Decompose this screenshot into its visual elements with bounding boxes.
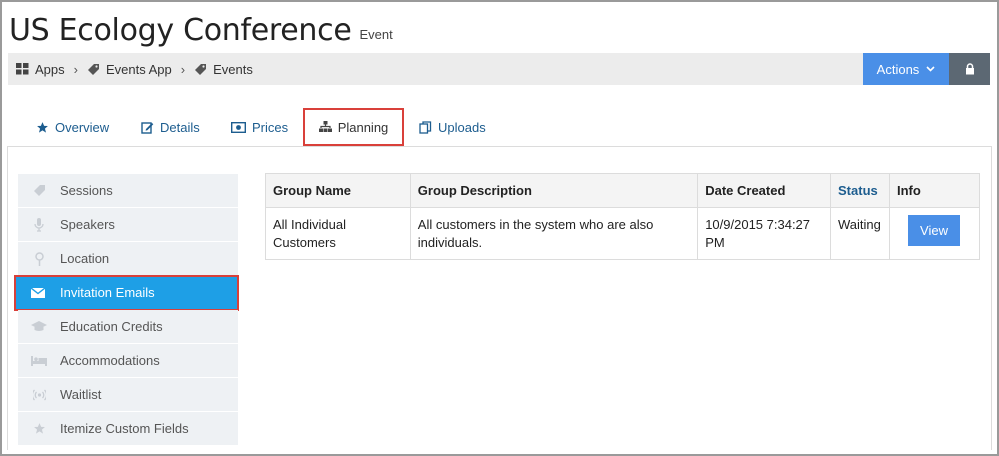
breadcrumb-bar: Apps › Events App › Events: [8, 53, 990, 85]
tag-icon: [18, 184, 60, 197]
groups-table: Group Name Group Description Date Create…: [265, 173, 980, 260]
tab-details[interactable]: Details: [141, 108, 200, 146]
breadcrumb-apps[interactable]: Apps: [16, 62, 65, 77]
page-header: US Ecology Conference Event: [9, 2, 393, 48]
breadcrumb-separator-icon: ›: [180, 61, 186, 77]
sidebar-item-invitation-emails[interactable]: Invitation Emails: [14, 275, 239, 311]
tab-prices[interactable]: Prices: [231, 108, 288, 146]
sidebar-item-sessions[interactable]: Sessions: [18, 174, 238, 208]
column-header-date-created: Date Created: [697, 173, 832, 208]
page-subtitle: Event: [359, 27, 393, 42]
cell-group-name: All Individual Customers: [265, 207, 411, 260]
sidebar-item-location[interactable]: Location: [18, 242, 238, 276]
star-icon: [18, 422, 60, 435]
column-header-group-name: Group Name: [265, 173, 411, 208]
sidebar-item-label: Invitation Emails: [60, 285, 155, 300]
breadcrumb-events[interactable]: Events: [194, 62, 253, 77]
breadcrumb-label: Apps: [35, 61, 65, 77]
tab-label: Uploads: [438, 119, 486, 135]
actions-label: Actions: [876, 61, 920, 77]
breadcrumb: Apps › Events App › Events: [16, 53, 253, 85]
chevron-down-icon: [926, 66, 935, 72]
cell-date-created: 10/9/2015 7:34:27 PM: [697, 207, 832, 260]
breadcrumb-label: Events: [213, 61, 253, 77]
money-icon: [231, 121, 246, 133]
grid-icon: [16, 63, 29, 75]
actions-button[interactable]: Actions: [863, 53, 949, 85]
column-header-info: Info: [889, 173, 980, 208]
signal-icon: [18, 389, 60, 401]
sidebar-item-label: Waitlist: [60, 387, 102, 402]
breadcrumb-separator-icon: ›: [73, 61, 78, 77]
envelope-icon: [15, 287, 60, 298]
cell-group-description: All customers in the system who are also…: [409, 207, 699, 260]
sidebar-item-label: Education Credits: [60, 319, 163, 334]
tab-label: Details: [160, 119, 200, 135]
star-icon: [37, 121, 48, 133]
lock-button[interactable]: [949, 53, 990, 85]
graduation-cap-icon: [18, 321, 60, 332]
cell-info: View: [889, 207, 980, 260]
sidebar-item-label: Itemize Custom Fields: [60, 421, 189, 436]
column-header-status[interactable]: Status: [830, 173, 890, 208]
breadcrumb-label: Events App: [105, 61, 172, 77]
view-button[interactable]: View: [908, 215, 960, 246]
sitemap-icon: [318, 121, 332, 132]
tab-label: Planning: [337, 119, 389, 135]
column-header-group-description: Group Description: [409, 173, 699, 208]
sidebar-item-label: Accommodations: [60, 353, 160, 368]
sidebar-item-label: Location: [60, 251, 110, 266]
tab-planning[interactable]: Planning: [303, 108, 404, 146]
edit-icon: [141, 121, 154, 134]
sidebar-item-waitlist[interactable]: Waitlist: [18, 378, 238, 412]
sidebar-item-education-credits[interactable]: Education Credits: [18, 310, 238, 344]
table-header-row: Group Name Group Description Date Create…: [265, 173, 980, 208]
sidebar-item-speakers[interactable]: Speakers: [18, 208, 238, 242]
lock-icon: [965, 63, 974, 75]
tab-overview[interactable]: Overview: [36, 108, 109, 146]
planning-sidebar: Sessions Speakers Location Invitation Em…: [14, 174, 239, 446]
map-pin-icon: [18, 251, 60, 266]
tab-label: Overview: [55, 119, 110, 135]
sidebar-item-itemize-custom-fields[interactable]: Itemize Custom Fields: [18, 412, 238, 446]
sidebar-item-label: Speakers: [60, 217, 115, 232]
microphone-icon: [18, 217, 60, 232]
tab-uploads[interactable]: Uploads: [419, 108, 486, 146]
sidebar-item-accommodations[interactable]: Accommodations: [18, 344, 238, 378]
cell-status: Waiting: [830, 207, 890, 260]
sidebar-item-label: Sessions: [60, 183, 113, 198]
page-title: US Ecology Conference: [9, 13, 352, 48]
tag-icon: [195, 63, 207, 75]
table-row: All Individual Customers All customers i…: [265, 207, 980, 260]
breadcrumb-events-app[interactable]: Events App: [87, 62, 172, 77]
tag-icon: [87, 63, 99, 75]
copy-icon: [419, 120, 432, 134]
tab-label: Prices: [252, 119, 289, 135]
bed-icon: [18, 355, 60, 366]
